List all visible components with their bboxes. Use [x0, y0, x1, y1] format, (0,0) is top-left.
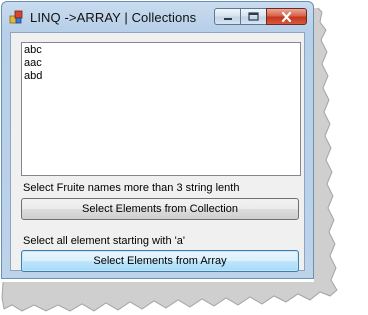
title-bar[interactable]: LINQ ->ARRAY | Collections	[2, 2, 313, 32]
list-item[interactable]: abc	[24, 44, 298, 57]
screenshot-stage: LINQ ->ARRAY | Collections abc aac abd S…	[0, 0, 368, 315]
results-listbox[interactable]: abc aac abd	[21, 42, 301, 176]
array-label: Select all element starting with 'a'	[23, 235, 185, 247]
caption-buttons	[214, 8, 307, 25]
list-item[interactable]: abd	[24, 70, 298, 83]
close-button[interactable]	[266, 8, 307, 25]
app-icon	[9, 10, 23, 24]
maximize-button[interactable]	[240, 8, 266, 25]
list-item[interactable]: aac	[24, 57, 298, 70]
collection-label: Select Fruite names more than 3 string l…	[23, 182, 240, 194]
maximize-icon	[248, 12, 259, 21]
close-icon	[281, 11, 292, 22]
select-from-collection-button[interactable]: Select Elements from Collection	[21, 198, 299, 220]
minimize-icon	[223, 17, 232, 20]
form-client-area: abc aac abd Select Fruite names more tha…	[10, 32, 305, 272]
window-title: LINQ ->ARRAY | Collections	[30, 10, 197, 25]
main-window: LINQ ->ARRAY | Collections abc aac abd S…	[1, 1, 314, 279]
select-from-array-button[interactable]: Select Elements from Array	[21, 250, 299, 272]
minimize-button[interactable]	[214, 8, 240, 25]
